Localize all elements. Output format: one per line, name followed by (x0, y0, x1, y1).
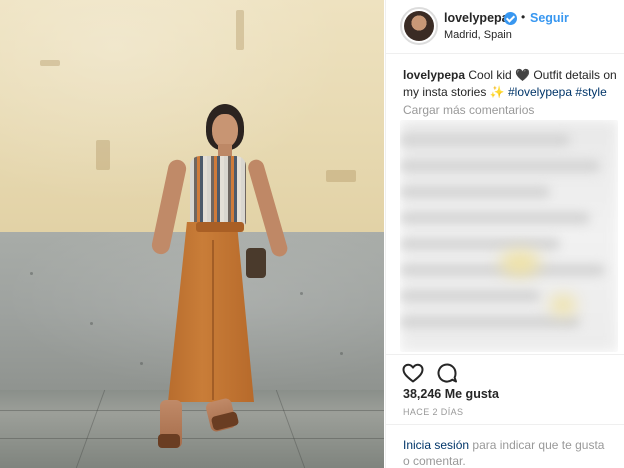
sandal-left (158, 434, 180, 448)
hashtag-link[interactable]: #style (575, 85, 606, 99)
comment-icon[interactable] (435, 361, 459, 385)
post-timestamp[interactable]: HACE 2 DÍAS (403, 407, 463, 417)
wall-crack (40, 60, 60, 66)
post-header: lovelypepa • Seguir Madrid, Spain (386, 0, 624, 54)
wall-crack (96, 140, 110, 170)
post-sidebar: lovelypepa • Seguir Madrid, Spain lovely… (385, 0, 624, 468)
wall-speck (140, 362, 143, 365)
separator-dot: • (521, 10, 526, 24)
likes-count[interactable]: 38,246 Me gusta (403, 387, 499, 401)
blurred-comment (400, 290, 540, 302)
caption-username[interactable]: lovelypepa (403, 68, 465, 82)
wall-speck (30, 272, 33, 275)
wall-crack (326, 170, 356, 182)
wall-crack (236, 10, 244, 50)
waistband (196, 222, 244, 232)
load-more-comments-button[interactable]: Cargar más comentarios (403, 103, 534, 117)
blurred-comment (400, 316, 580, 328)
tile-line (75, 390, 106, 468)
wall-speck (300, 292, 303, 295)
likes-number: 38,246 (403, 387, 442, 401)
tile-line (0, 410, 384, 411)
blurred-comment (400, 160, 600, 172)
wall-speck (90, 322, 93, 325)
username-link[interactable]: lovelypepa (444, 11, 509, 25)
blurred-emoji (550, 295, 576, 315)
avatar[interactable] (400, 7, 438, 45)
clutch-bag (246, 248, 266, 278)
post-photo[interactable] (0, 0, 384, 468)
striped-top (190, 156, 246, 226)
blurred-comment (400, 238, 560, 250)
login-link[interactable]: Inicia sesión (403, 438, 469, 452)
blurred-comments-area (400, 120, 618, 352)
trousers-seam (212, 240, 214, 400)
hashtag-link[interactable]: #lovelypepa (508, 85, 572, 99)
verified-badge-icon (504, 12, 517, 25)
tile-line (0, 438, 384, 439)
follow-button[interactable]: Seguir (530, 11, 569, 25)
tile-line (275, 390, 306, 468)
post-caption: lovelypepa Cool kid 🖤 Outfit details on … (403, 67, 624, 101)
blurred-comment (400, 212, 590, 224)
blurred-emoji (500, 250, 540, 276)
blurred-comment (400, 134, 570, 146)
figure-face (212, 114, 238, 148)
location-link[interactable]: Madrid, Spain (444, 29, 512, 41)
heart-icon[interactable] (401, 361, 425, 385)
wall-speck (340, 352, 343, 355)
login-prompt-text: Inicia sesión para indicar que te gusta … (403, 437, 613, 468)
avatar-image (404, 11, 434, 41)
post-actions-bar (386, 354, 624, 388)
login-prompt: Inicia sesión para indicar que te gusta … (386, 424, 624, 468)
blurred-comment (400, 186, 550, 198)
likes-label: Me gusta (444, 387, 499, 401)
